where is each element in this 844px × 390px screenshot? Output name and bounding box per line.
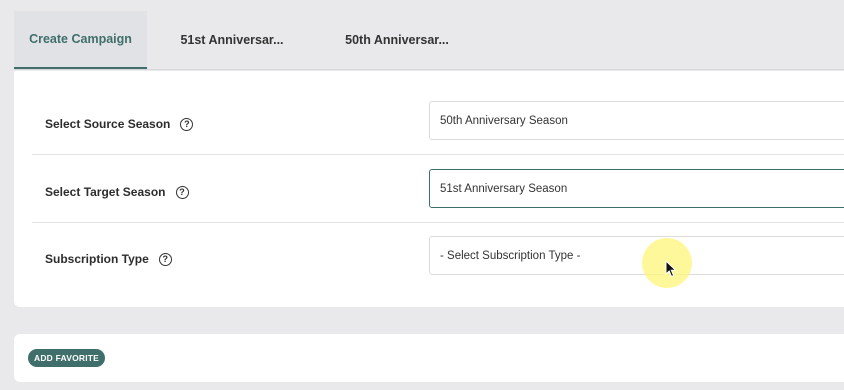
favorites-bar: ADD FAVORITE bbox=[14, 334, 844, 382]
tab-bar: Create Campaign 51st Anniversar... 50th … bbox=[14, 11, 844, 70]
subscription-type-select[interactable]: - Select Subscription Type - bbox=[429, 236, 844, 275]
campaign-form: Select Source Season ? 50th Anniversary … bbox=[14, 71, 844, 307]
source-season-value: 50th Anniversary Season bbox=[440, 114, 568, 127]
add-favorite-button[interactable]: ADD FAVORITE bbox=[28, 349, 106, 367]
subscription-type-value: - Select Subscription Type - bbox=[440, 249, 581, 262]
subscription-type-label: Subscription Type bbox=[45, 252, 149, 266]
target-season-value: 51st Anniversary Season bbox=[440, 182, 568, 195]
tab-create-campaign[interactable]: Create Campaign bbox=[14, 11, 147, 69]
target-season-label-group: Select Target Season ? bbox=[45, 185, 189, 199]
subscription-type-label-group: Subscription Type ? bbox=[45, 252, 172, 266]
source-season-label: Select Source Season bbox=[45, 117, 171, 131]
tab-51st-anniversary[interactable]: 51st Anniversar... bbox=[147, 11, 317, 69]
source-season-label-group: Select Source Season ? bbox=[45, 117, 194, 131]
help-icon[interactable]: ? bbox=[175, 185, 189, 199]
source-season-select[interactable]: 50th Anniversary Season bbox=[429, 101, 844, 140]
help-icon[interactable]: ? bbox=[158, 252, 172, 266]
help-icon[interactable]: ? bbox=[180, 117, 194, 131]
target-season-row: Select Target Season ? 51st Anniversary … bbox=[32, 155, 844, 223]
tab-50th-anniversary[interactable]: 50th Anniversar... bbox=[317, 11, 477, 69]
target-season-select[interactable]: 51st Anniversary Season bbox=[429, 169, 844, 208]
subscription-type-row: Subscription Type ? - Select Subscriptio… bbox=[32, 223, 844, 291]
target-season-label: Select Target Season bbox=[45, 185, 166, 199]
mouse-pointer-icon bbox=[665, 260, 677, 278]
source-season-row: Select Source Season ? 50th Anniversary … bbox=[32, 87, 844, 155]
